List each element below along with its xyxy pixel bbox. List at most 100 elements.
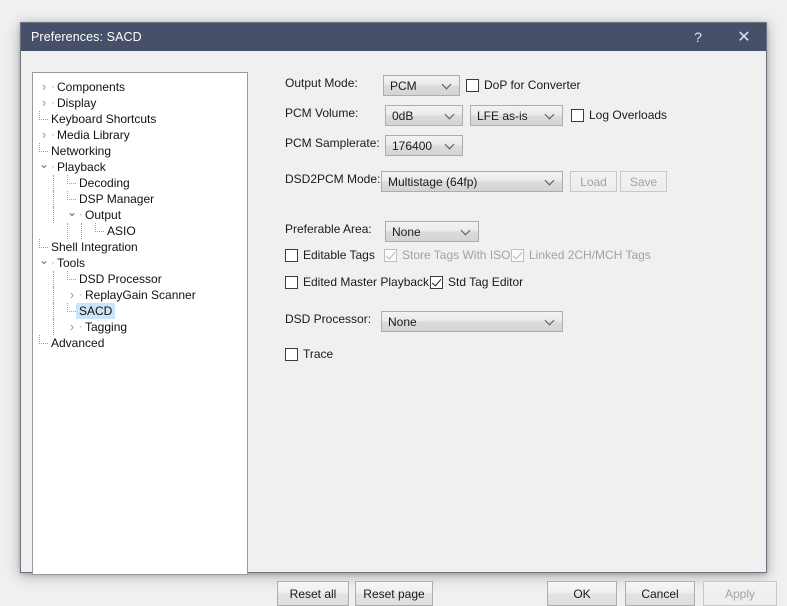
pcm-samplerate-row: PCM Samplerate:: [285, 136, 380, 150]
tree-guide-line: [51, 271, 65, 287]
preferable-area-select[interactable]: None: [385, 221, 479, 242]
linked-tags-checkbox: Linked 2CH/MCH Tags: [511, 248, 651, 262]
tree-item-replaygain-scanner[interactable]: ·ReplayGain Scanner: [33, 287, 247, 303]
chevron-down-icon: [546, 316, 555, 325]
tree-item-playback[interactable]: ·Playback: [33, 159, 247, 175]
title-bar[interactable]: Preferences: SACD ? ✕: [21, 23, 766, 51]
tree-item-advanced[interactable]: Advanced: [33, 335, 247, 351]
pcm-volume-label: PCM Volume:: [285, 106, 359, 120]
chevron-down-icon[interactable]: [37, 255, 51, 272]
output-mode-row: Output Mode:: [285, 76, 358, 90]
dsd-processor-select[interactable]: None: [381, 311, 563, 332]
tree-item-label: Advanced: [51, 336, 105, 350]
tree-item-tools[interactable]: ·Tools: [33, 255, 247, 271]
chevron-right-icon[interactable]: [37, 79, 51, 96]
tree-item-label: ASIO: [107, 224, 136, 238]
tree-item-dsp-manager[interactable]: DSP Manager: [33, 191, 247, 207]
tree-item-label: Display: [57, 96, 97, 110]
pcm-samplerate-label: PCM Samplerate:: [285, 136, 380, 150]
apply-button[interactable]: Apply: [703, 581, 777, 606]
dsd2pcm-mode-value: Multistage (64fp): [388, 174, 478, 189]
preferable-area-row: Preferable Area:: [285, 222, 372, 236]
tree-item-label: Playback: [57, 160, 106, 174]
store-tags-with-iso-label: Store Tags With ISO: [402, 248, 511, 262]
dop-for-converter-label: DoP for Converter: [484, 78, 581, 92]
lfe-mode-value: LFE as-is: [477, 108, 528, 123]
chevron-down-icon: [546, 110, 555, 119]
pcm-volume-value: 0dB: [392, 108, 414, 123]
tree-item-tagging[interactable]: ·Tagging: [33, 319, 247, 335]
tree-item-label: Output: [85, 208, 122, 222]
window-title: Preferences: SACD: [31, 30, 142, 44]
dsd2pcm-mode-select[interactable]: Multistage (64fp): [381, 171, 563, 192]
cancel-button[interactable]: Cancel: [625, 581, 695, 606]
checkbox-box: [571, 108, 584, 122]
tree-item-shell-integration[interactable]: Shell Integration: [33, 239, 247, 255]
preferable-area-label: Preferable Area:: [285, 222, 372, 236]
reset-all-label: Reset all: [289, 586, 337, 601]
chevron-right-icon[interactable]: [37, 127, 51, 144]
chevron-down-icon: [462, 226, 471, 235]
chevron-down-icon[interactable]: [37, 159, 51, 176]
tree-connector-icon: [65, 271, 79, 287]
pcm-volume-row: PCM Volume:: [285, 106, 358, 120]
dsd-processor-value: None: [388, 314, 417, 329]
tree-guide-line: [51, 191, 65, 207]
output-mode-label: Output Mode:: [285, 76, 358, 90]
checkbox-box: [466, 78, 479, 92]
tree-item-dsd-processor[interactable]: DSD Processor: [33, 271, 247, 287]
chevron-right-icon[interactable]: [65, 319, 79, 336]
tree-item-asio[interactable]: ASIO: [33, 223, 247, 239]
edited-master-playback-checkbox[interactable]: Edited Master Playback: [285, 275, 429, 289]
ok-label: OK: [573, 586, 591, 601]
reset-all-button[interactable]: Reset all: [277, 581, 349, 606]
tree-item-components[interactable]: ·Components: [33, 79, 247, 95]
chevron-right-icon[interactable]: [37, 95, 51, 112]
tree-item-label: DSP Manager: [79, 192, 155, 206]
reset-page-label: Reset page: [363, 586, 425, 601]
pcm-samplerate-value: 176400: [392, 138, 433, 153]
tree-item-media-library[interactable]: ·Media Library: [33, 127, 247, 143]
dsd2pcm-mode-label: DSD2PCM Mode:: [285, 172, 381, 186]
chevron-right-icon[interactable]: [65, 287, 79, 304]
close-icon[interactable]: ✕: [722, 23, 766, 51]
tree-item-display[interactable]: ·Display: [33, 95, 247, 111]
tree-item-keyboard-shortcuts[interactable]: Keyboard Shortcuts: [33, 111, 247, 127]
tree-item-label: Decoding: [79, 176, 130, 190]
tree-connector-icon: [93, 223, 107, 239]
editable-tags-checkbox[interactable]: Editable Tags: [285, 248, 375, 262]
tree-item-decoding[interactable]: Decoding: [33, 175, 247, 191]
pcm-volume-select[interactable]: 0dB: [385, 105, 463, 126]
pcm-samplerate-select[interactable]: 176400: [385, 135, 463, 156]
tree-item-label: Media Library: [57, 128, 130, 142]
trace-checkbox[interactable]: Trace: [285, 347, 333, 361]
output-mode-value: PCM: [390, 78, 417, 93]
save-button[interactable]: Save: [620, 171, 667, 192]
checkbox-box: [430, 275, 443, 289]
std-tag-editor-checkbox[interactable]: Std Tag Editor: [430, 275, 523, 289]
chevron-down-icon[interactable]: [65, 207, 79, 224]
dsd-processor-label: DSD Processor:: [285, 312, 372, 326]
tree-item-sacd[interactable]: SACD: [33, 303, 247, 319]
tree-item-label: Tools: [57, 256, 86, 270]
chevron-down-icon: [446, 140, 455, 149]
output-mode-select[interactable]: PCM: [383, 75, 460, 96]
lfe-mode-select[interactable]: LFE as-is: [470, 105, 563, 126]
ok-button[interactable]: OK: [547, 581, 617, 606]
store-tags-with-iso-checkbox: Store Tags With ISO: [384, 248, 511, 262]
tree-item-label: SACD: [76, 303, 116, 319]
chevron-down-icon: [446, 110, 455, 119]
apply-label: Apply: [724, 586, 756, 601]
tree-item-label: ReplayGain Scanner: [85, 288, 196, 302]
checkbox-box: [285, 347, 298, 361]
tree-item-label: Components: [57, 80, 126, 94]
tree-item-output[interactable]: ·Output: [33, 207, 247, 223]
dop-for-converter-checkbox[interactable]: DoP for Converter: [466, 78, 581, 92]
reset-page-button[interactable]: Reset page: [355, 581, 433, 606]
preferences-tree[interactable]: ·Components·DisplayKeyboard Shortcuts·Me…: [32, 72, 248, 575]
cancel-label: Cancel: [641, 586, 679, 601]
log-overloads-checkbox[interactable]: Log Overloads: [571, 108, 667, 122]
help-icon[interactable]: ?: [676, 23, 720, 51]
load-button[interactable]: Load: [570, 171, 617, 192]
tree-item-networking[interactable]: Networking: [33, 143, 247, 159]
